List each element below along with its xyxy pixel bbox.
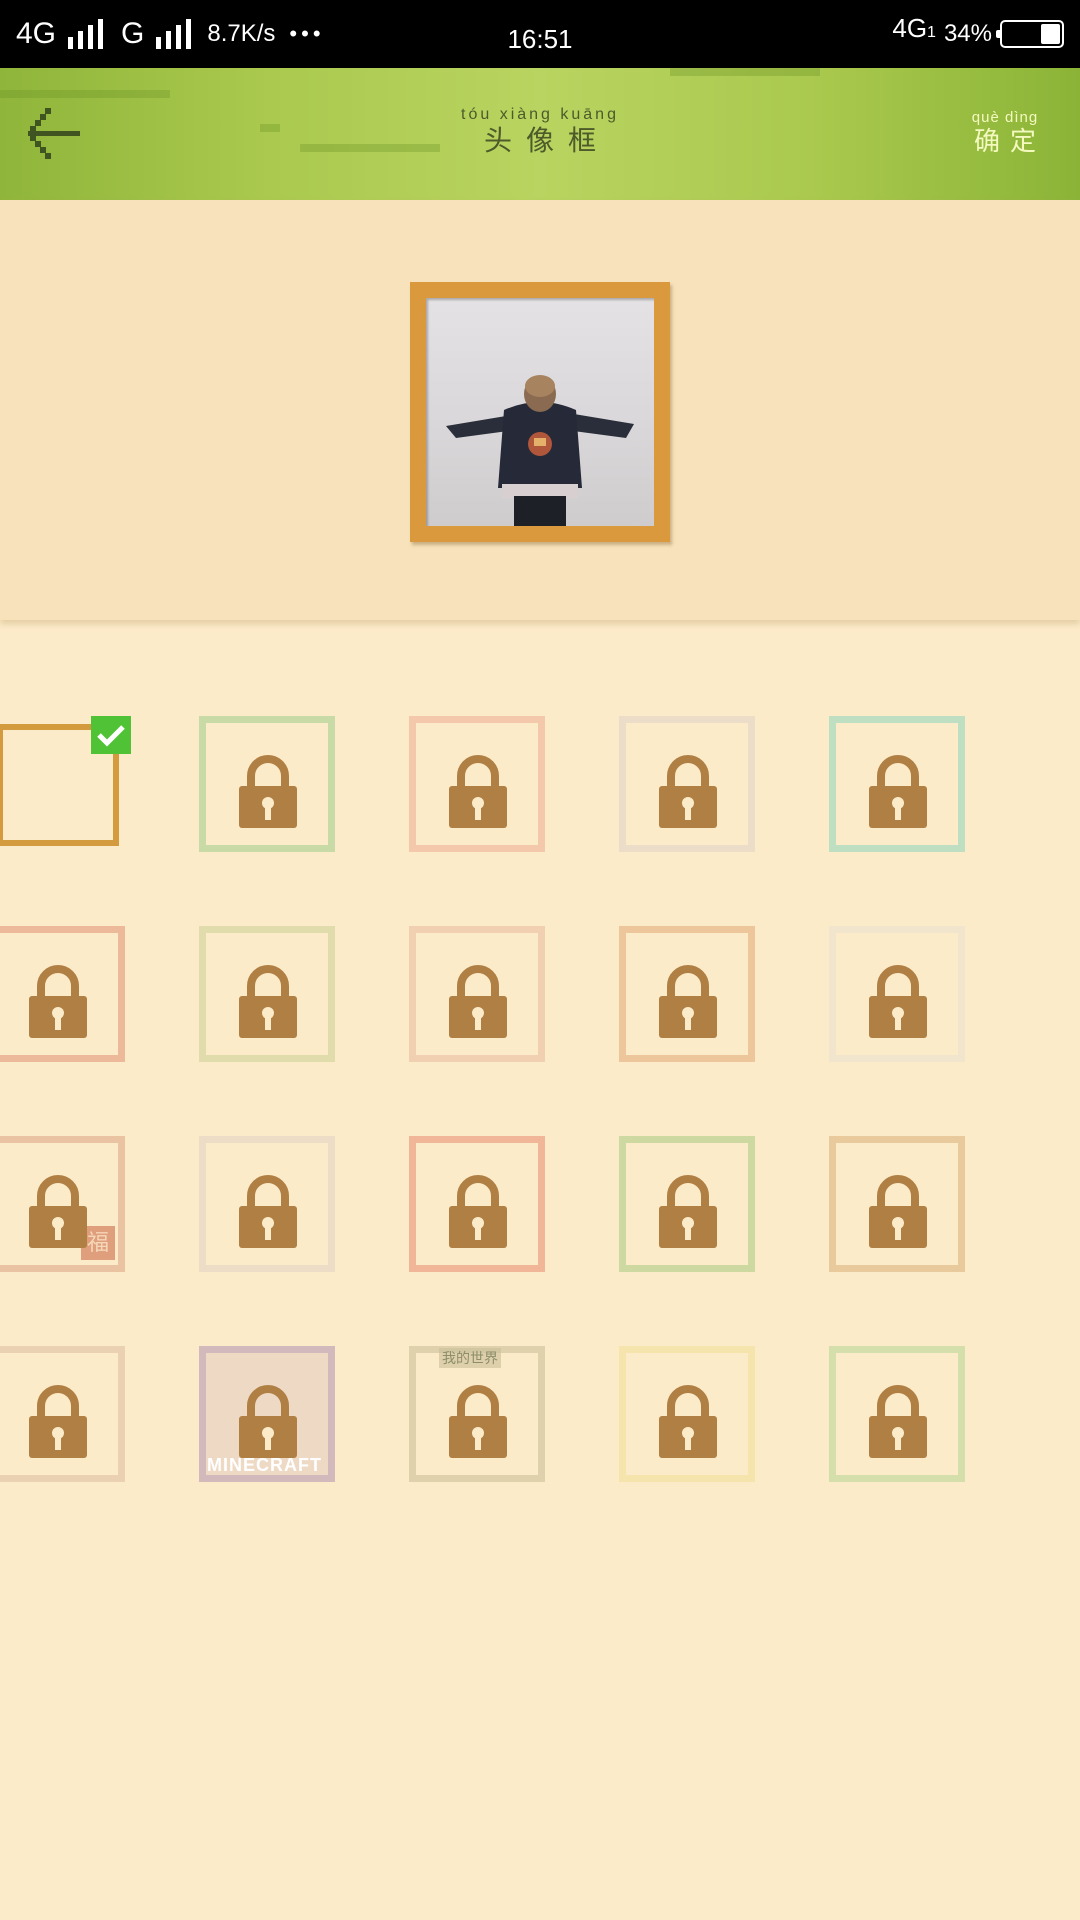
selected-check-icon	[91, 716, 131, 754]
frame-option-3[interactable]	[409, 716, 545, 852]
lock-icon	[29, 965, 87, 1038]
lock-icon	[659, 965, 717, 1038]
lock-icon	[869, 1175, 927, 1248]
frame-option-19[interactable]	[619, 1346, 755, 1482]
frame-option-16[interactable]	[0, 1346, 125, 1482]
lock-icon	[449, 1385, 507, 1458]
avatar-preview-panel	[0, 200, 1080, 620]
lock-icon	[869, 755, 927, 828]
page-title: tóu xiàng kuāng 头像框	[0, 106, 1080, 158]
lock-icon	[449, 965, 507, 1038]
lock-icon	[239, 965, 297, 1038]
lock-icon	[239, 1175, 297, 1248]
frame-label: 我的世界	[439, 1348, 501, 1368]
page-title-pinyin: tóu xiàng kuāng	[461, 106, 619, 123]
frame-option-10[interactable]	[829, 926, 965, 1062]
person-photo-icon	[446, 375, 634, 526]
lock-icon	[869, 965, 927, 1038]
network-4g-label: 4G	[892, 12, 928, 43]
confirm-pinyin: què dìng	[971, 109, 1039, 126]
header-texture	[0, 90, 170, 98]
lock-icon	[449, 1175, 507, 1248]
frame-option-14[interactable]	[619, 1136, 755, 1272]
avatar-photo	[426, 298, 654, 526]
confirm-label: 确定	[973, 126, 1046, 156]
frame-option-4[interactable]	[619, 716, 755, 852]
frame-option-20[interactable]	[829, 1346, 965, 1482]
frame-option-12[interactable]	[199, 1136, 335, 1272]
page-title-text: 头像框	[483, 125, 610, 156]
frame-option-1[interactable]	[0, 716, 131, 852]
status-bar: 4G G 8.7K/s ••• 16:51 4G1 34%	[0, 0, 1080, 68]
lock-icon	[239, 1385, 297, 1458]
network-4g: 4G1	[892, 15, 936, 46]
confirm-button[interactable]: què dìng 确定	[964, 109, 1046, 157]
frame-label: MINECRAFT	[207, 1455, 322, 1475]
lock-icon	[659, 1175, 717, 1248]
battery-fill	[1041, 24, 1060, 44]
lock-icon	[239, 755, 297, 828]
status-right: 4G1 34%	[892, 0, 1064, 68]
avatar-frame-preview	[410, 282, 670, 542]
battery-icon	[996, 20, 1064, 48]
network-4g-sub: 1	[927, 23, 936, 41]
frame-option-11[interactable]: 福	[0, 1136, 125, 1272]
lock-icon	[869, 1385, 927, 1458]
battery-percent: 34%	[943, 20, 992, 47]
frame-option-6[interactable]	[0, 926, 125, 1062]
frame-option-17[interactable]: MINECRAFT	[199, 1346, 335, 1482]
header-texture	[670, 68, 820, 76]
frame-option-2[interactable]	[199, 716, 335, 852]
app-header: tóu xiàng kuāng 头像框 què dìng 确定	[0, 68, 1080, 202]
frame-option-7[interactable]	[199, 926, 335, 1062]
lock-icon	[29, 1175, 87, 1248]
frame-option-13[interactable]	[409, 1136, 545, 1272]
lock-icon	[449, 755, 507, 828]
frame-option-5[interactable]	[829, 716, 965, 852]
lock-icon	[659, 755, 717, 828]
frame-option-8[interactable]	[409, 926, 545, 1062]
lock-icon	[659, 1385, 717, 1458]
lock-icon	[29, 1385, 87, 1458]
frame-option-15[interactable]	[829, 1136, 965, 1272]
frame-option-18[interactable]: 我的世界	[409, 1346, 545, 1482]
frame-option-9[interactable]	[619, 926, 755, 1062]
